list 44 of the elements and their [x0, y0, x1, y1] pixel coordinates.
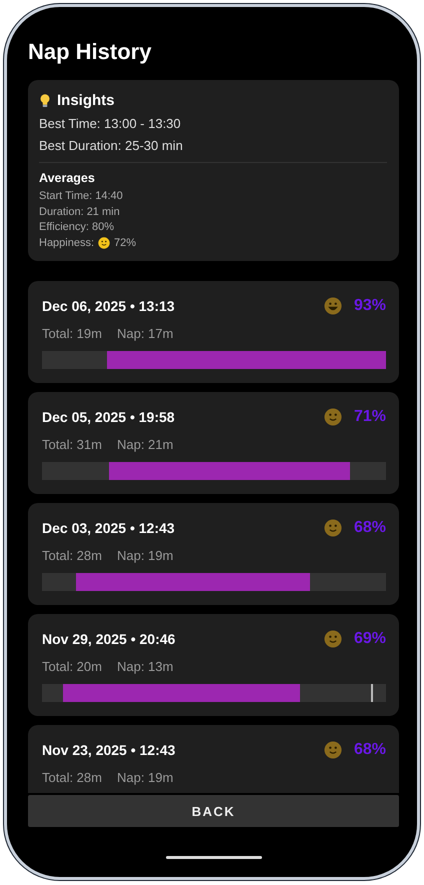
happiness-score: 93% [354, 297, 386, 315]
insight-text: Best Time: 13:00 - 13:30 [39, 116, 182, 131]
total-time: Total: 28m [42, 770, 102, 785]
lightbulb-icon [39, 92, 51, 108]
insights-title: Insights [57, 92, 115, 109]
averages-title: Averages [39, 171, 96, 185]
back-button[interactable]: BACK [28, 795, 399, 827]
nap-date: Dec 05, 2025 • 19:58 [42, 409, 176, 425]
nap-date: Dec 06, 2025 • 13:13 [42, 298, 176, 314]
average-text: Start Time: 14:40 [39, 189, 123, 204]
nap-card[interactable]: Dec 06, 2025 • 13:13 93% Total: 19m Nap: 17m [28, 281, 399, 383]
total-time: Total: 19m [42, 326, 102, 341]
insight-text: Best Duration: 25-30 min [39, 138, 184, 153]
smiley-icon [324, 630, 342, 648]
average-text: Duration: 21 min [39, 204, 120, 220]
nap-time: Nap: 13m [116, 659, 174, 674]
average-value: 72% [114, 236, 136, 250]
smiley-icon [98, 237, 110, 250]
total-time: Total: 31m [42, 437, 102, 452]
happiness-score: 71% [354, 408, 386, 426]
total-time: Total: 20m [42, 659, 102, 674]
nap-date: Dec 03, 2025 • 12:43 [42, 520, 176, 536]
nap-card[interactable]: Nov 23, 2025 • 12:43 68% Total: 28m Nap: 19m [28, 725, 399, 793]
nap-time: Nap: 21m [116, 437, 174, 452]
happiness-score: 68% [354, 519, 386, 537]
nap-time: Nap: 17m [116, 326, 174, 341]
nap-card[interactable]: Dec 03, 2025 • 12:43 68% Total: 28m Nap: 19m [28, 503, 399, 605]
page-title: Nap History [28, 38, 152, 66]
nap-card[interactable]: Dec 05, 2025 • 19:58 71% Total: 31m Nap: 21m [28, 392, 399, 494]
nap-time: Nap: 19m [116, 548, 174, 563]
nap-date: Nov 23, 2025 • 12:43 [42, 742, 176, 758]
marker-line [370, 684, 373, 702]
total-time: Total: 28m [42, 548, 102, 563]
nap-date: Nov 29, 2025 • 20:46 [42, 631, 176, 647]
happiness-score: 68% [354, 741, 386, 759]
smiley-icon [324, 408, 342, 426]
smiley-icon [324, 741, 342, 759]
average-label: Happiness: [39, 236, 94, 250]
smiley-icon [324, 297, 342, 315]
nap-card[interactable]: Nov 29, 2025 • 20:46 69% Total: 20m Nap: 13m [28, 614, 399, 716]
happiness-score: 69% [354, 630, 386, 648]
smiley-icon [324, 519, 342, 537]
nap-time: Nap: 19m [116, 770, 174, 785]
average-text: Efficiency: 80% [39, 220, 114, 235]
